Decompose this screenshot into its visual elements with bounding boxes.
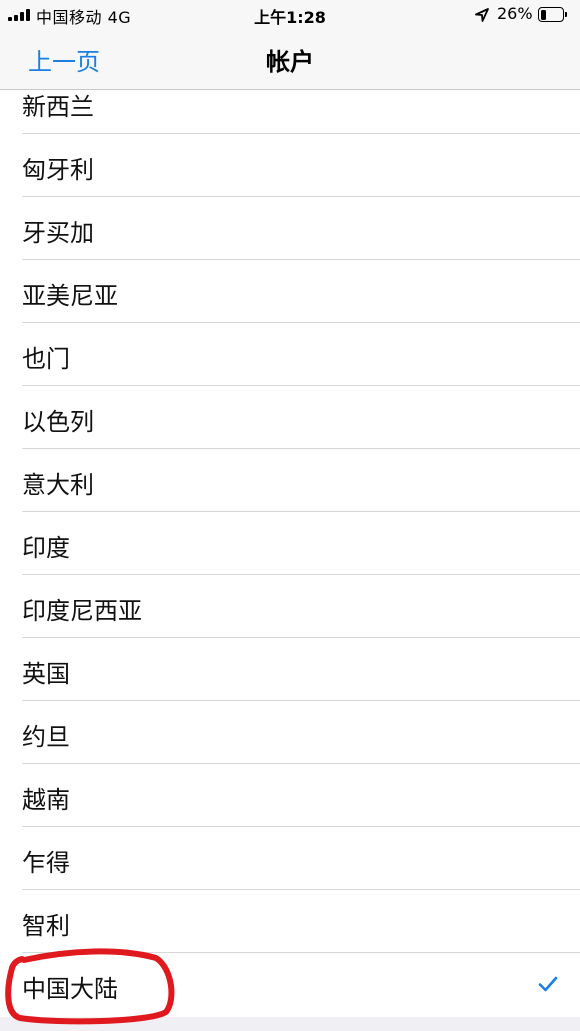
list-item[interactable]: 印度 <box>0 512 580 575</box>
battery-percent: 26% <box>497 4 533 23</box>
list-item-label: 以色列 <box>22 408 94 436</box>
list-item-label: 匈牙利 <box>22 156 94 184</box>
list-item[interactable]: 亚美尼亚 <box>0 260 580 323</box>
bottom-background <box>0 1017 580 1031</box>
list-item[interactable]: 牙买加 <box>0 197 580 260</box>
list-item-label: 也门 <box>22 345 70 373</box>
list-item[interactable]: 约旦 <box>0 701 580 764</box>
list-item-label: 印度尼西亚 <box>22 597 142 625</box>
country-list: 新西兰 匈牙利 牙买加 亚美尼亚 也门 以色列 意大利 印度 印度尼西亚 英国 … <box>0 71 580 1016</box>
page-title: 帐户 <box>266 48 314 76</box>
list-item[interactable]: 匈牙利 <box>0 134 580 197</box>
list-item-label: 印度 <box>22 534 70 562</box>
list-item[interactable]: 越南 <box>0 764 580 827</box>
list-item[interactable]: 乍得 <box>0 827 580 890</box>
list-item-label: 中国大陆 <box>22 975 118 1003</box>
list-item-label: 新西兰 <box>22 93 94 121</box>
list-item[interactable]: 以色列 <box>0 386 580 449</box>
status-time: 上午1:28 <box>254 8 326 27</box>
screen: 新西兰 匈牙利 牙买加 亚美尼亚 也门 以色列 意大利 印度 印度尼西亚 英国 … <box>0 0 580 1031</box>
list-item-selected[interactable]: 中国大陆 <box>0 953 580 1016</box>
list-item-label: 英国 <box>22 660 70 688</box>
list-item-label: 越南 <box>22 786 70 814</box>
list-item[interactable]: 意大利 <box>0 449 580 512</box>
list-item-label: 约旦 <box>22 723 70 751</box>
list-item-label: 智利 <box>22 912 70 940</box>
list-item[interactable]: 也门 <box>0 323 580 386</box>
battery-icon <box>538 7 568 22</box>
top-bar: 中国移动 4G 上午1:28 26% 上一页 帐户 <box>0 0 580 90</box>
list-item-label: 牙买加 <box>22 219 94 247</box>
list-item[interactable]: 英国 <box>0 638 580 701</box>
status-bar: 中国移动 4G 上午1:28 26% <box>0 0 580 30</box>
list-item-label: 意大利 <box>22 471 94 499</box>
checkmark-icon <box>538 976 558 992</box>
list-item[interactable]: 印度尼西亚 <box>0 575 580 638</box>
list-item-label: 亚美尼亚 <box>22 282 118 310</box>
list-item-label: 乍得 <box>22 849 70 877</box>
location-icon <box>475 8 489 22</box>
navigation-bar: 上一页 帐户 <box>0 30 580 90</box>
list-item[interactable]: 智利 <box>0 890 580 953</box>
